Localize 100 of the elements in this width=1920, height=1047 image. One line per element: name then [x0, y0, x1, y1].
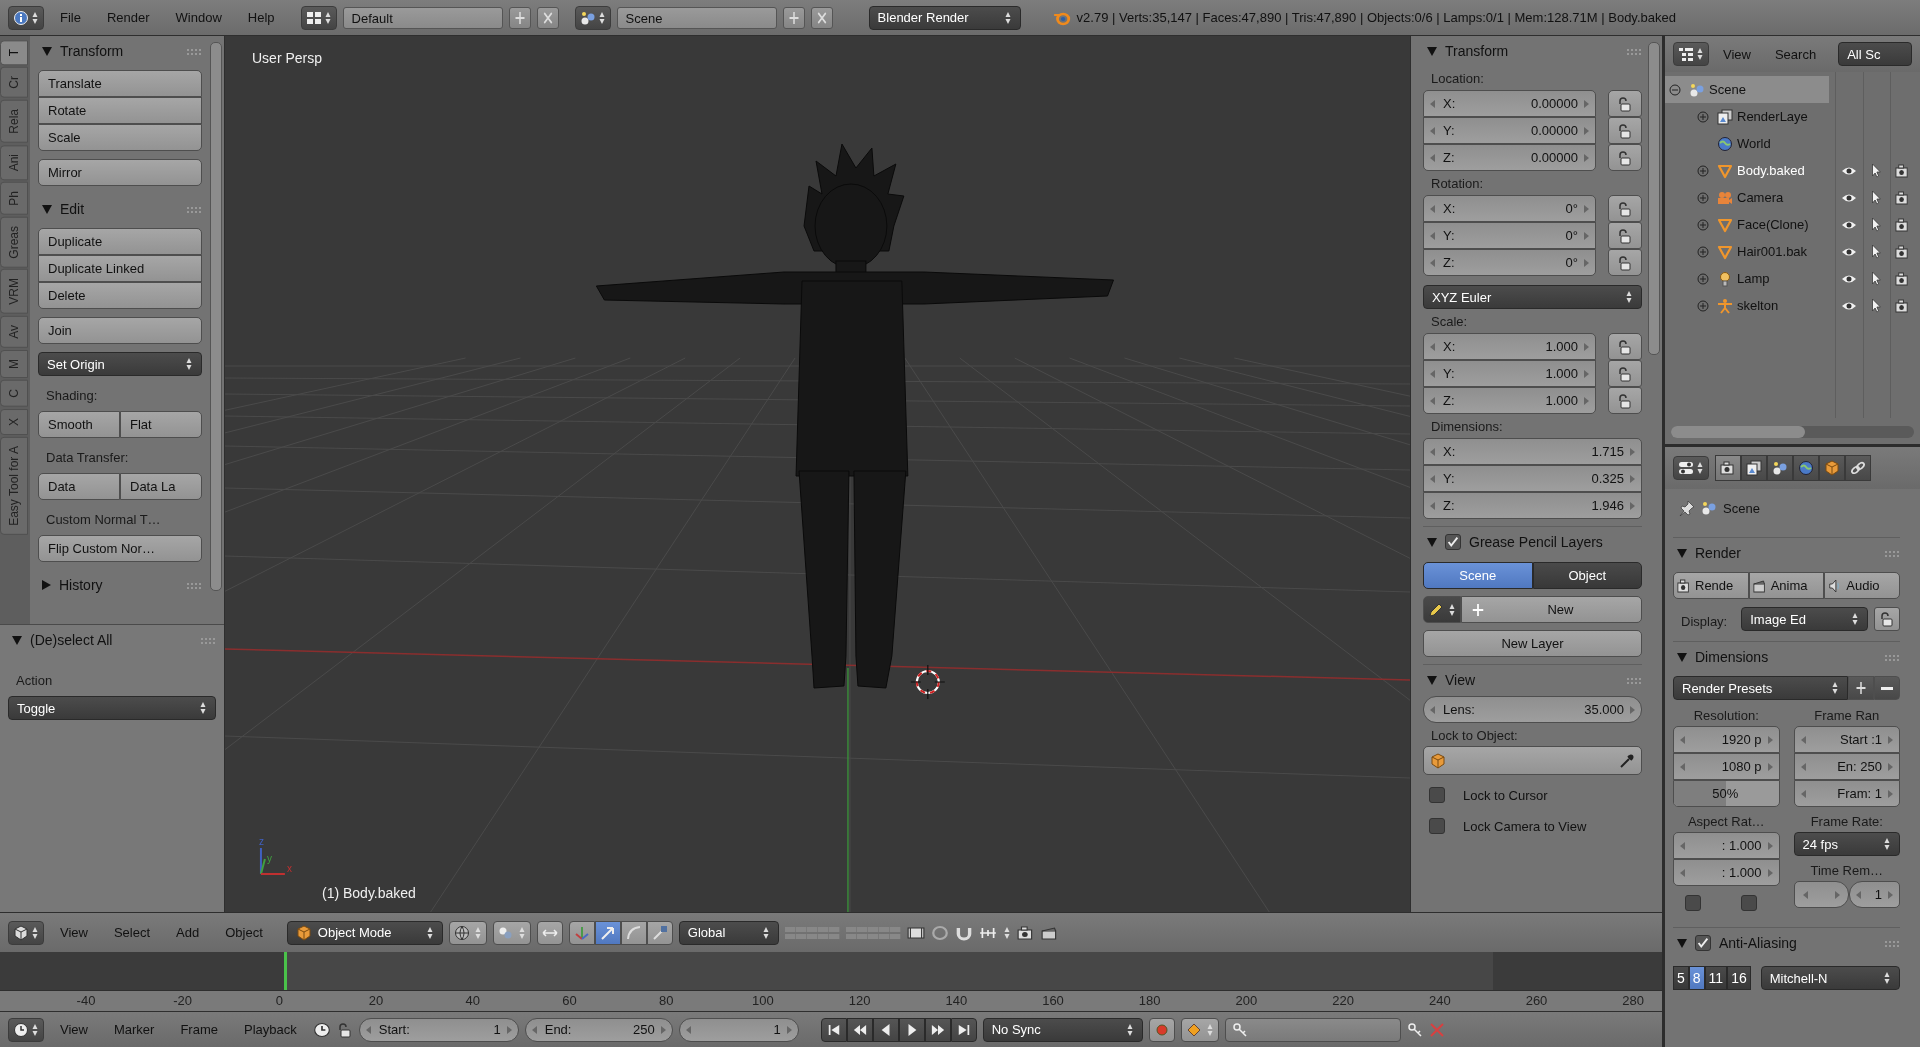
expand-toggle-icon[interactable] [1697, 164, 1709, 177]
aspect-field[interactable]: : 1.000 [1673, 832, 1780, 859]
right-arrow-icon[interactable] [1584, 126, 1589, 135]
right-arrow-icon[interactable] [1584, 99, 1589, 108]
screen-layout-field[interactable]: Default [342, 6, 503, 29]
mode-dropdown[interactable]: Object Mode [286, 920, 443, 945]
panel-title[interactable]: Transform [60, 43, 178, 59]
pointer-icon[interactable] [1869, 216, 1883, 233]
tool-button[interactable]: Duplicate [38, 228, 202, 255]
left-arrow-icon[interactable] [1430, 369, 1435, 378]
sample-count-option[interactable]: 11 [1704, 966, 1728, 990]
key-icon[interactable] [1406, 1021, 1423, 1038]
render-button[interactable]: Rende [1673, 572, 1749, 599]
panel-title[interactable]: Grease Pencil Layers [1469, 534, 1642, 550]
left-arrow-icon[interactable] [1430, 153, 1435, 162]
left-arrow-icon[interactable] [1430, 342, 1435, 351]
next-keyframe-button[interactable] [924, 1017, 951, 1042]
panel-title[interactable]: Edit [60, 201, 178, 217]
left-arrow-icon[interactable] [1800, 762, 1806, 771]
right-arrow-icon[interactable] [1888, 789, 1893, 798]
sample-count-option[interactable]: 16 [1727, 966, 1751, 990]
frame-field[interactable]: Fram: 1 [1793, 780, 1900, 807]
context-tab[interactable] [1793, 455, 1819, 481]
lock-icon[interactable] [336, 1021, 353, 1038]
lock-button[interactable] [1608, 117, 1642, 144]
number-field[interactable]: Z: 1.946 [1423, 492, 1642, 519]
context-tab[interactable] [1819, 455, 1845, 481]
left-arrow-icon[interactable] [531, 1025, 537, 1034]
display-mode-dropdown[interactable]: All Sc [1838, 42, 1912, 66]
expand-toggle-icon[interactable] [1697, 110, 1709, 123]
display-dropdown[interactable]: Image Ed [1741, 607, 1868, 631]
remove-preset-button[interactable] [1874, 676, 1900, 700]
checkbox-label[interactable]: Lock to Cursor [1463, 787, 1548, 803]
collapse-triangle-icon[interactable] [1677, 548, 1687, 558]
layout-picker-button[interactable] [300, 5, 337, 30]
right-arrow-icon[interactable] [1630, 501, 1635, 510]
scale-button[interactable] [646, 920, 673, 945]
lock-button[interactable] [1608, 144, 1642, 171]
axes-button[interactable] [568, 920, 595, 945]
resolution-field[interactable]: 1920 p [1673, 726, 1780, 753]
previous-keyframe-button[interactable] [846, 1017, 873, 1042]
pointer-icon[interactable] [1869, 162, 1883, 179]
editor-type-button[interactable] [8, 5, 44, 30]
expand-toggle-icon[interactable] [1697, 245, 1709, 258]
left-arrow-icon[interactable] [1855, 890, 1861, 899]
keyframe-type-button[interactable] [1180, 1017, 1219, 1042]
right-arrow-icon[interactable] [1584, 369, 1589, 378]
lock-button[interactable] [1608, 360, 1642, 387]
right-arrow-icon[interactable] [1584, 396, 1589, 405]
menu-item[interactable]: Render [96, 10, 160, 25]
collapse-triangle-icon[interactable] [42, 46, 52, 56]
right-arrow-icon[interactable] [1888, 762, 1893, 771]
checkbox[interactable] [1741, 895, 1757, 911]
left-arrow-icon[interactable] [1680, 868, 1685, 877]
right-arrow-icon[interactable] [1584, 153, 1589, 162]
tool-button[interactable]: Scale [38, 124, 202, 151]
aspect-field[interactable]: : 1.000 [1673, 859, 1780, 886]
editor-type-button[interactable] [1673, 456, 1709, 480]
rotation-mode-dropdown[interactable]: XYZ Euler [1423, 285, 1642, 309]
add-preset-button[interactable] [1848, 676, 1874, 700]
render-engine-dropdown[interactable]: Blender Render [868, 5, 1021, 30]
number-field[interactable]: Y: 0.00000 [1423, 117, 1596, 144]
pivot-button[interactable] [492, 920, 531, 945]
left-arrow-icon[interactable] [1680, 735, 1685, 744]
lock-button[interactable] [1608, 249, 1642, 276]
outliner-row[interactable]: Hair001.bak [1665, 238, 1920, 265]
context-tab[interactable] [1741, 455, 1767, 481]
pin-icon[interactable] [1679, 500, 1695, 516]
collapse-triangle-icon[interactable] [12, 635, 22, 645]
expand-toggle-icon[interactable] [1697, 191, 1709, 204]
menu-item[interactable]: File [50, 10, 91, 25]
context-tab[interactable] [1767, 455, 1793, 481]
keying-set-field[interactable] [1224, 1017, 1401, 1042]
number-field[interactable]: Z: 0° [1423, 249, 1596, 276]
number-field[interactable]: Y: 1.000 [1423, 360, 1596, 387]
left-arrow-icon[interactable] [1430, 705, 1435, 714]
left-arrow-icon[interactable] [365, 1025, 371, 1034]
tool-button[interactable]: Delete [38, 282, 202, 309]
panel-title[interactable]: Transform [1445, 43, 1618, 59]
right-arrow-icon[interactable] [1767, 762, 1773, 771]
left-arrow-icon[interactable] [1800, 735, 1806, 744]
time-remap-field[interactable]: 1 [1848, 881, 1900, 908]
number-field[interactable]: Y: 0.325 [1423, 465, 1642, 492]
resolution-field[interactable]: 1080 p [1673, 753, 1780, 780]
number-field[interactable]: Y: 0° [1423, 222, 1596, 249]
clock-icon[interactable] [312, 1021, 331, 1038]
menu-item[interactable]: Frame [170, 1022, 228, 1037]
right-arrow-icon[interactable] [1584, 204, 1589, 213]
left-arrow-icon[interactable] [685, 1025, 691, 1034]
ring-icon[interactable] [930, 924, 949, 941]
tool-button[interactable]: Flip Custom Nor… [38, 535, 202, 562]
right-arrow-icon[interactable] [1584, 342, 1589, 351]
right-arrow-icon[interactable] [1630, 474, 1635, 483]
tool-button[interactable]: Join [38, 317, 202, 344]
context-tab[interactable] [1715, 455, 1741, 481]
expand-toggle-icon[interactable] [1697, 299, 1709, 312]
outliner-row[interactable]: Scene [1665, 76, 1829, 103]
new-layer-button[interactable]: New Layer [1423, 630, 1642, 657]
outliner-row[interactable]: Camera [1665, 184, 1920, 211]
orientation-dropdown[interactable]: Global [678, 920, 779, 945]
